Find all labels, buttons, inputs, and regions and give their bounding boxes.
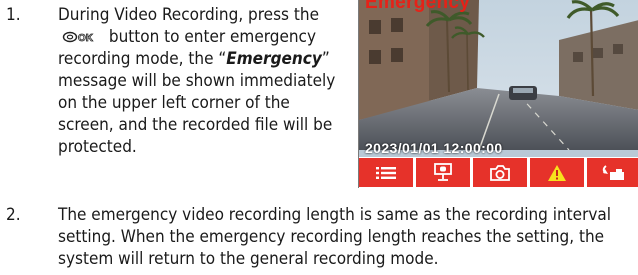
menu-icon bbox=[376, 166, 396, 179]
menu-button[interactable] bbox=[359, 158, 413, 187]
recording-timestamp: 2023/01/01 12:00:00 bbox=[365, 140, 503, 156]
step-1-number: 1. bbox=[6, 5, 21, 25]
switch-camera-button[interactable] bbox=[587, 158, 638, 187]
svg-text:OK: OK bbox=[78, 33, 94, 43]
step-1-before: During Video Recording, press the bbox=[58, 5, 319, 25]
step-2-number: 2. bbox=[6, 205, 21, 225]
switch-camera-icon bbox=[602, 164, 624, 180]
snapshot-button[interactable] bbox=[473, 158, 527, 187]
step-1-emphasis: Emergency bbox=[226, 49, 322, 69]
screen-toolbar bbox=[359, 157, 638, 188]
microphone-button[interactable] bbox=[416, 158, 470, 187]
step-2-text: The emergency video recording length is … bbox=[58, 205, 612, 269]
step-1-text: During Video Recording, press the OK but… bbox=[58, 4, 336, 158]
dashcam-screen: Emergency 2023/01/01 12:00:00 bbox=[358, 0, 638, 188]
ok-button-icon: OK bbox=[62, 31, 94, 43]
microphone-icon bbox=[434, 162, 452, 181]
camera-icon bbox=[490, 164, 510, 181]
warning-icon bbox=[548, 164, 566, 181]
street-scene-image bbox=[359, 0, 638, 150]
emergency-button[interactable] bbox=[530, 158, 584, 187]
emergency-status-label: Emergency bbox=[365, 0, 471, 13]
